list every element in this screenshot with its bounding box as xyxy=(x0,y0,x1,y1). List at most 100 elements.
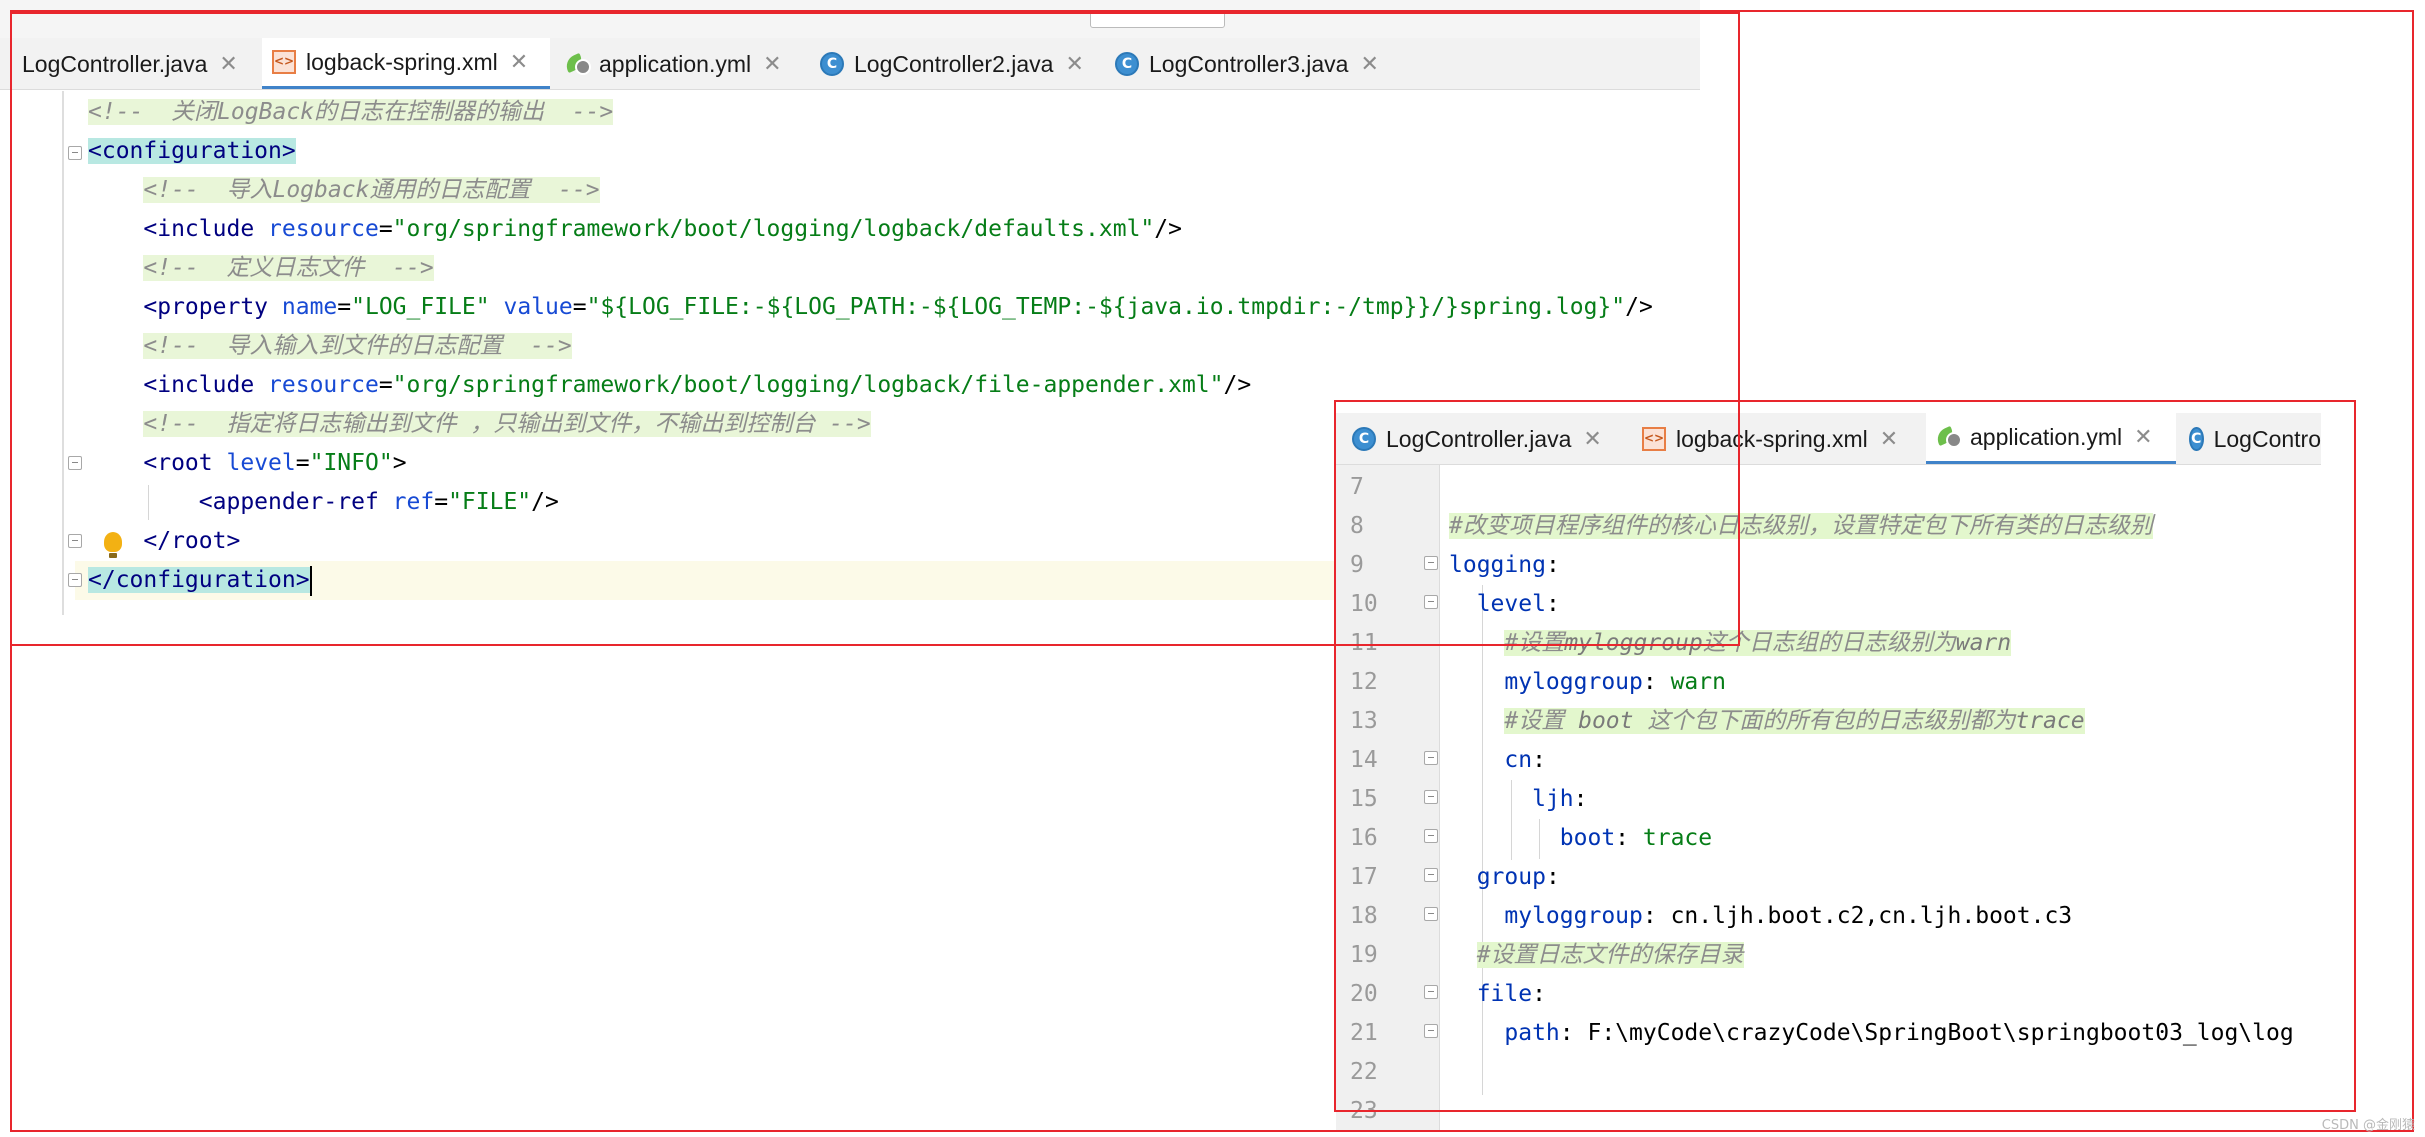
yaml-value: warn xyxy=(1670,669,1726,695)
line-number: 11 xyxy=(1350,630,1378,656)
code-line: <!-- 定义日志文件 --> xyxy=(88,249,1653,288)
tab-label: application.yml xyxy=(599,50,752,77)
code-line: <!-- 导入Logback通用的日志配置 --> xyxy=(88,171,1653,210)
code-line: #设置 boot 这个包下面的所有包的日志级别都为trace xyxy=(1449,702,2294,741)
xml-attr: resource xyxy=(268,216,379,242)
tab-label: logback-spring.xml xyxy=(306,48,498,75)
xml-file-icon: <> xyxy=(1642,427,1666,451)
editor-gutter xyxy=(0,91,75,615)
java-class-icon: C xyxy=(1352,427,1376,451)
tab-application-yml[interactable]: application.yml ✕ xyxy=(555,38,805,89)
fold-toggle-icon[interactable] xyxy=(1424,868,1438,882)
fold-toggle-icon[interactable] xyxy=(68,534,82,548)
close-icon[interactable]: ✕ xyxy=(1065,52,1083,77)
xml-tag: <include xyxy=(143,372,255,398)
xml-value: "LOG_FILE" xyxy=(351,294,490,320)
yaml-value: cn.ljh.boot.c2,cn.ljh.boot.c3 xyxy=(1670,903,2073,929)
yaml-key: group xyxy=(1476,864,1546,890)
tab-label: application.yml xyxy=(1970,423,2123,450)
fold-toggle-icon[interactable] xyxy=(1424,556,1438,570)
fold-toggle-icon[interactable] xyxy=(68,456,82,470)
watermark: CSDN @金刚猿 xyxy=(2321,1118,2415,1133)
tab-label: LogController.java xyxy=(1386,425,1572,452)
fold-toggle-icon[interactable] xyxy=(1424,907,1438,921)
tab-label: LogContro xyxy=(2213,425,2321,452)
xml-attr: value xyxy=(503,294,573,320)
xml-value: "org/springframework/boot/logging/logbac… xyxy=(392,372,1224,398)
tab-logcontroller2-java[interactable]: C LogController2.java ✕ xyxy=(810,38,1100,89)
fold-toggle-icon[interactable] xyxy=(1424,751,1438,765)
xml-value: "FILE" xyxy=(448,489,532,515)
yaml-spring-icon xyxy=(1936,426,1962,448)
tab-logcontroller-java[interactable]: C LogController.java ✕ xyxy=(1342,413,1627,464)
close-icon[interactable]: ✕ xyxy=(763,52,781,77)
tab-label: LogController3.java xyxy=(1149,50,1349,77)
comment-part: #设置 xyxy=(1504,630,1565,656)
tab-label: LogController.java xyxy=(22,50,208,77)
java-class-icon: C xyxy=(820,52,844,76)
text-caret xyxy=(309,565,312,596)
close-icon[interactable]: ✕ xyxy=(1583,427,1601,452)
code-line: cn: xyxy=(1504,747,1546,773)
yaml-key: file xyxy=(1476,981,1533,1007)
tab-logcontroller-truncated[interactable]: C LogContro xyxy=(2179,413,2321,464)
line-number: 22 xyxy=(1350,1059,1378,1085)
xml-file-icon: <> xyxy=(272,50,296,74)
xml-attr: name xyxy=(281,294,338,320)
tab-logcontroller3-java[interactable]: C LogController3.java ✕ xyxy=(1105,38,1395,89)
code-line: <!-- 关闭LogBack的日志在控制器的输出 --> xyxy=(88,93,1653,132)
xml-tag: <configuration> xyxy=(88,138,296,164)
tab-logcontroller-java[interactable]: LogController.java ✕ xyxy=(10,38,260,89)
yaml-key: ljh xyxy=(1532,786,1574,812)
code-line: myloggroup: cn.ljh.boot.c2,cn.ljh.boot.c… xyxy=(1504,903,2073,929)
fold-toggle-icon[interactable] xyxy=(1424,829,1438,843)
xml-comment: <!-- 定义日志文件 --> xyxy=(143,255,434,281)
xml-value: "${LOG_FILE:-${LOG_PATH:-${LOG_TEMP:-${j… xyxy=(586,294,1626,320)
line-number: 19 xyxy=(1350,942,1378,968)
java-class-icon: C xyxy=(2189,427,2204,451)
code-line: ljh: xyxy=(1532,786,1588,812)
fold-toggle-icon[interactable] xyxy=(1424,1024,1438,1038)
close-icon[interactable]: ✕ xyxy=(1360,52,1378,77)
tab-logback-spring-xml[interactable]: <> logback-spring.xml ✕ xyxy=(262,38,550,89)
run-config-selector[interactable] xyxy=(1090,10,1225,28)
close-icon[interactable]: ✕ xyxy=(1880,427,1898,452)
line-number: 21 xyxy=(1350,1020,1378,1046)
xml-comment: <!-- 导入输入到文件的日志配置 --> xyxy=(143,333,572,359)
yaml-value: F:\myCode\crazyCode\SpringBoot\springboo… xyxy=(1587,1020,2294,1046)
code-line: <configuration> xyxy=(88,132,1653,171)
yaml-comment: #改变项目程序组件的核心日志级别，设置特定包下所有类的日志级别 xyxy=(1449,513,2153,539)
comment-part: #设置 xyxy=(1504,708,1579,734)
tab-application-yml[interactable]: application.yml ✕ xyxy=(1926,413,2176,464)
xml-tag: <property xyxy=(143,294,269,320)
line-number: 7 xyxy=(1350,474,1364,500)
yaml-key: cn xyxy=(1504,747,1533,773)
yaml-comment: #设置myloggroup这个日志组的日志级别为warn xyxy=(1504,630,2012,656)
code-line: <include resource="org/springframework/b… xyxy=(143,372,1252,398)
code-line: #设置日志文件的保存目录 xyxy=(1449,936,2294,975)
xml-comment: <!-- 导入Logback通用的日志配置 --> xyxy=(143,177,600,203)
xml-value: "org/springframework/boot/logging/logbac… xyxy=(392,216,1155,242)
fold-toggle-icon[interactable] xyxy=(1424,985,1438,999)
xml-attr: resource xyxy=(268,372,379,398)
close-icon[interactable]: ✕ xyxy=(2134,425,2152,450)
fold-toggle-icon[interactable] xyxy=(68,146,82,160)
tab-label: logback-spring.xml xyxy=(1676,425,1868,452)
close-icon[interactable]: ✕ xyxy=(219,52,237,77)
comment-part: myloggroup xyxy=(1564,630,1703,656)
close-icon[interactable]: ✕ xyxy=(510,50,528,75)
yaml-comment: #设置 boot 这个包下面的所有包的日志级别都为trace xyxy=(1504,708,2085,734)
fold-toggle-icon[interactable] xyxy=(1424,790,1438,804)
xml-tag: </root> xyxy=(143,528,241,554)
yaml-key: level xyxy=(1476,591,1546,617)
tab-logback-spring-xml[interactable]: <> logback-spring.xml ✕ xyxy=(1632,413,1922,464)
fold-toggle-icon[interactable] xyxy=(1424,595,1438,609)
yaml-comment: #设置日志文件的保存目录 xyxy=(1476,942,1744,968)
line-numbers: 7 8 9 10 11 12 13 14 15 16 17 18 19 20 2… xyxy=(1350,468,1378,1131)
code-line: file: xyxy=(1476,981,1546,1007)
fold-toggle-icon[interactable] xyxy=(68,573,82,587)
yaml-code-area[interactable]: #改变项目程序组件的核心日志级别，设置特定包下所有类的日志级别 logging:… xyxy=(1449,468,2294,1131)
line-number: 8 xyxy=(1350,513,1364,539)
line-number: 10 xyxy=(1350,591,1378,617)
